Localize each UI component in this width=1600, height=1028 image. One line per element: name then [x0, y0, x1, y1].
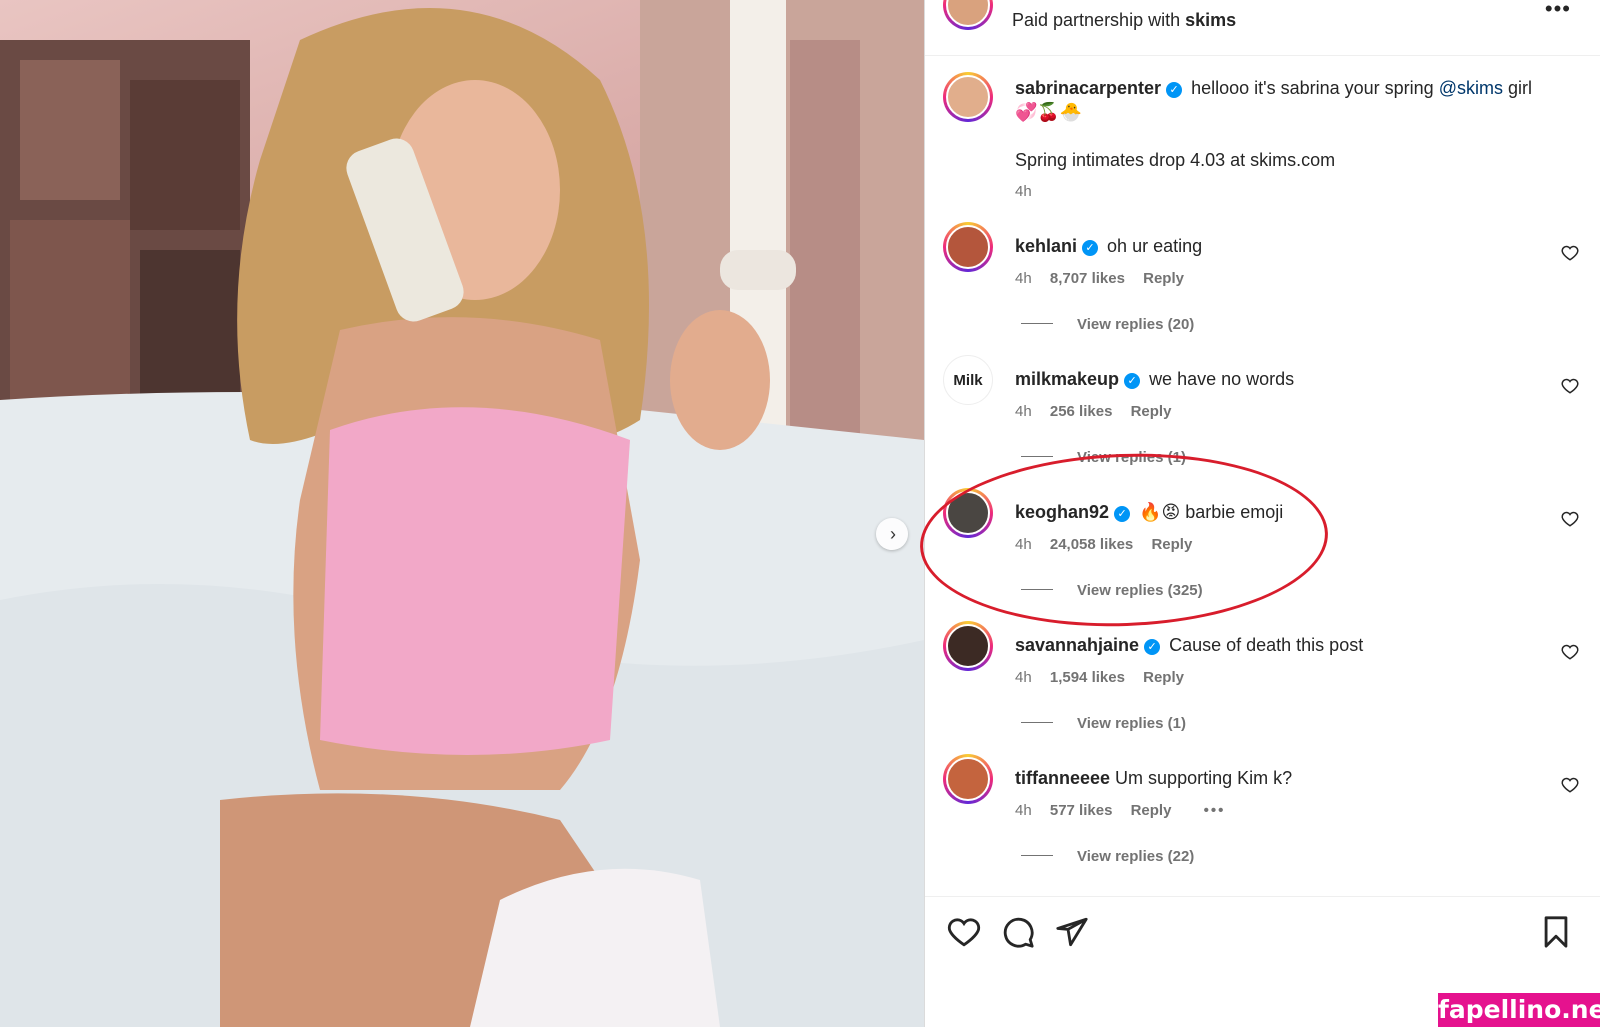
post-image-illustration: [0, 0, 924, 1027]
partner-link[interactable]: skims: [1185, 10, 1236, 30]
comment-username[interactable]: milkmakeup: [1015, 369, 1119, 389]
verified-badge-icon: ✓: [1082, 240, 1099, 256]
like-comment-heart-icon[interactable]: [1561, 377, 1579, 395]
reply-button[interactable]: Reply: [1131, 403, 1172, 420]
comment-time: 4h: [1015, 270, 1032, 287]
caption-avatar[interactable]: [943, 72, 993, 122]
collage-photo: [20, 60, 120, 200]
comment-avatar[interactable]: [943, 754, 993, 804]
bedpost-knob: [720, 250, 796, 290]
view-replies-label: View replies (20): [1077, 316, 1195, 333]
watermark: fapellino.net: [1438, 993, 1600, 1027]
comment-meta: 4h 1,594 likes Reply: [1015, 669, 1198, 686]
comment-username[interactable]: kehlani: [1015, 236, 1077, 256]
partnership-prefix: Paid partnership with: [1012, 10, 1181, 30]
view-replies-button[interactable]: View replies (22): [1021, 848, 1194, 865]
comment-likes[interactable]: 8,707 likes: [1050, 270, 1125, 287]
comment-text: milkmakeup ✓ we have no words: [1015, 369, 1294, 390]
screenshot: › Paid partnership with skims ••• sabrin…: [0, 0, 1600, 1027]
comment-body: Cause of death this post: [1169, 635, 1364, 655]
caption-line-1: sabrinacarpenter ✓ hellooo it's sabrina y…: [1015, 76, 1555, 124]
post-header: Paid partnership with skims •••: [925, 0, 1600, 56]
comment-meta: 4h 8,707 likes Reply: [1015, 270, 1198, 287]
comment-avatar[interactable]: [943, 621, 993, 671]
comment-icon[interactable]: [1001, 915, 1035, 949]
verified-badge-icon: ✓: [1124, 373, 1141, 389]
post-caption: sabrinacarpenter ✓ hellooo it's sabrina y…: [1015, 76, 1555, 204]
comment-time: 4h: [1015, 669, 1032, 686]
collage-photo: [10, 220, 130, 400]
lace-top: [320, 407, 630, 755]
view-replies-button[interactable]: View replies (1): [1021, 715, 1186, 732]
comment-username[interactable]: savannahjaine: [1015, 635, 1139, 655]
comment-likes[interactable]: 577 likes: [1050, 802, 1113, 819]
comment-meta: 4h 256 likes Reply: [1015, 403, 1185, 420]
author-avatar[interactable]: [943, 0, 993, 30]
reply-button[interactable]: Reply: [1131, 802, 1172, 819]
comment-likes[interactable]: 1,594 likes: [1050, 669, 1125, 686]
comment-text: savannahjaine ✓ Cause of death this post: [1015, 635, 1363, 656]
view-replies-label: View replies (22): [1077, 848, 1195, 865]
reply-button[interactable]: Reply: [1143, 669, 1184, 686]
view-replies-button[interactable]: View replies (20): [1021, 316, 1194, 333]
caption-line-2: Spring intimates drop 4.03 at skims.com: [1015, 150, 1336, 170]
verified-badge-icon: ✓: [1144, 639, 1161, 655]
view-replies-label: View replies (1): [1077, 715, 1186, 732]
more-options-icon[interactable]: •••: [1545, 0, 1571, 22]
comment-options-icon[interactable]: •••: [1204, 802, 1226, 819]
comment-avatar[interactable]: Milk: [943, 355, 993, 405]
like-comment-heart-icon[interactable]: [1561, 244, 1579, 262]
verified-badge-icon: ✓: [1166, 82, 1183, 98]
paid-partnership-label: Paid partnership with skims: [1012, 10, 1236, 31]
like-comment-heart-icon[interactable]: [1561, 510, 1579, 528]
comment-meta: 4h 577 likes Reply •••: [1015, 802, 1239, 819]
comment-time: 4h: [1015, 403, 1032, 420]
caption-username[interactable]: sabrinacarpenter: [1015, 78, 1161, 98]
comment-username[interactable]: tiffanneeee: [1015, 768, 1110, 788]
reply-button[interactable]: Reply: [1143, 270, 1184, 287]
collage-photo: [140, 250, 240, 400]
comment-time: 4h: [1015, 802, 1032, 819]
like-comment-heart-icon[interactable]: [1561, 643, 1579, 661]
comment-likes[interactable]: 256 likes: [1050, 403, 1113, 420]
collage-photo: [130, 80, 240, 230]
caption-time: 4h: [1015, 183, 1032, 200]
comment-body: we have no words: [1149, 369, 1295, 389]
next-image-button[interactable]: ›: [876, 518, 908, 550]
milk-logo: Milk: [953, 371, 983, 389]
comment-body: Um supporting Kim k?: [1115, 768, 1293, 788]
comment-text: tiffanneeee Um supporting Kim k?: [1015, 768, 1292, 789]
caption-text: hellooo it's sabrina your spring: [1191, 78, 1434, 98]
comment-body: oh ur eating: [1107, 236, 1203, 256]
caption-mention[interactable]: @skims: [1439, 78, 1503, 98]
post-image[interactable]: ›: [0, 0, 924, 1027]
comment-text: kehlani ✓ oh ur eating: [1015, 236, 1202, 257]
hand: [670, 310, 770, 450]
chevron-right-icon: ›: [890, 524, 896, 544]
like-comment-heart-icon[interactable]: [1561, 776, 1579, 794]
heart-icon[interactable]: [947, 915, 981, 949]
share-icon[interactable]: [1055, 915, 1089, 949]
comment-avatar[interactable]: [943, 222, 993, 272]
bookmark-icon[interactable]: [1539, 915, 1573, 949]
